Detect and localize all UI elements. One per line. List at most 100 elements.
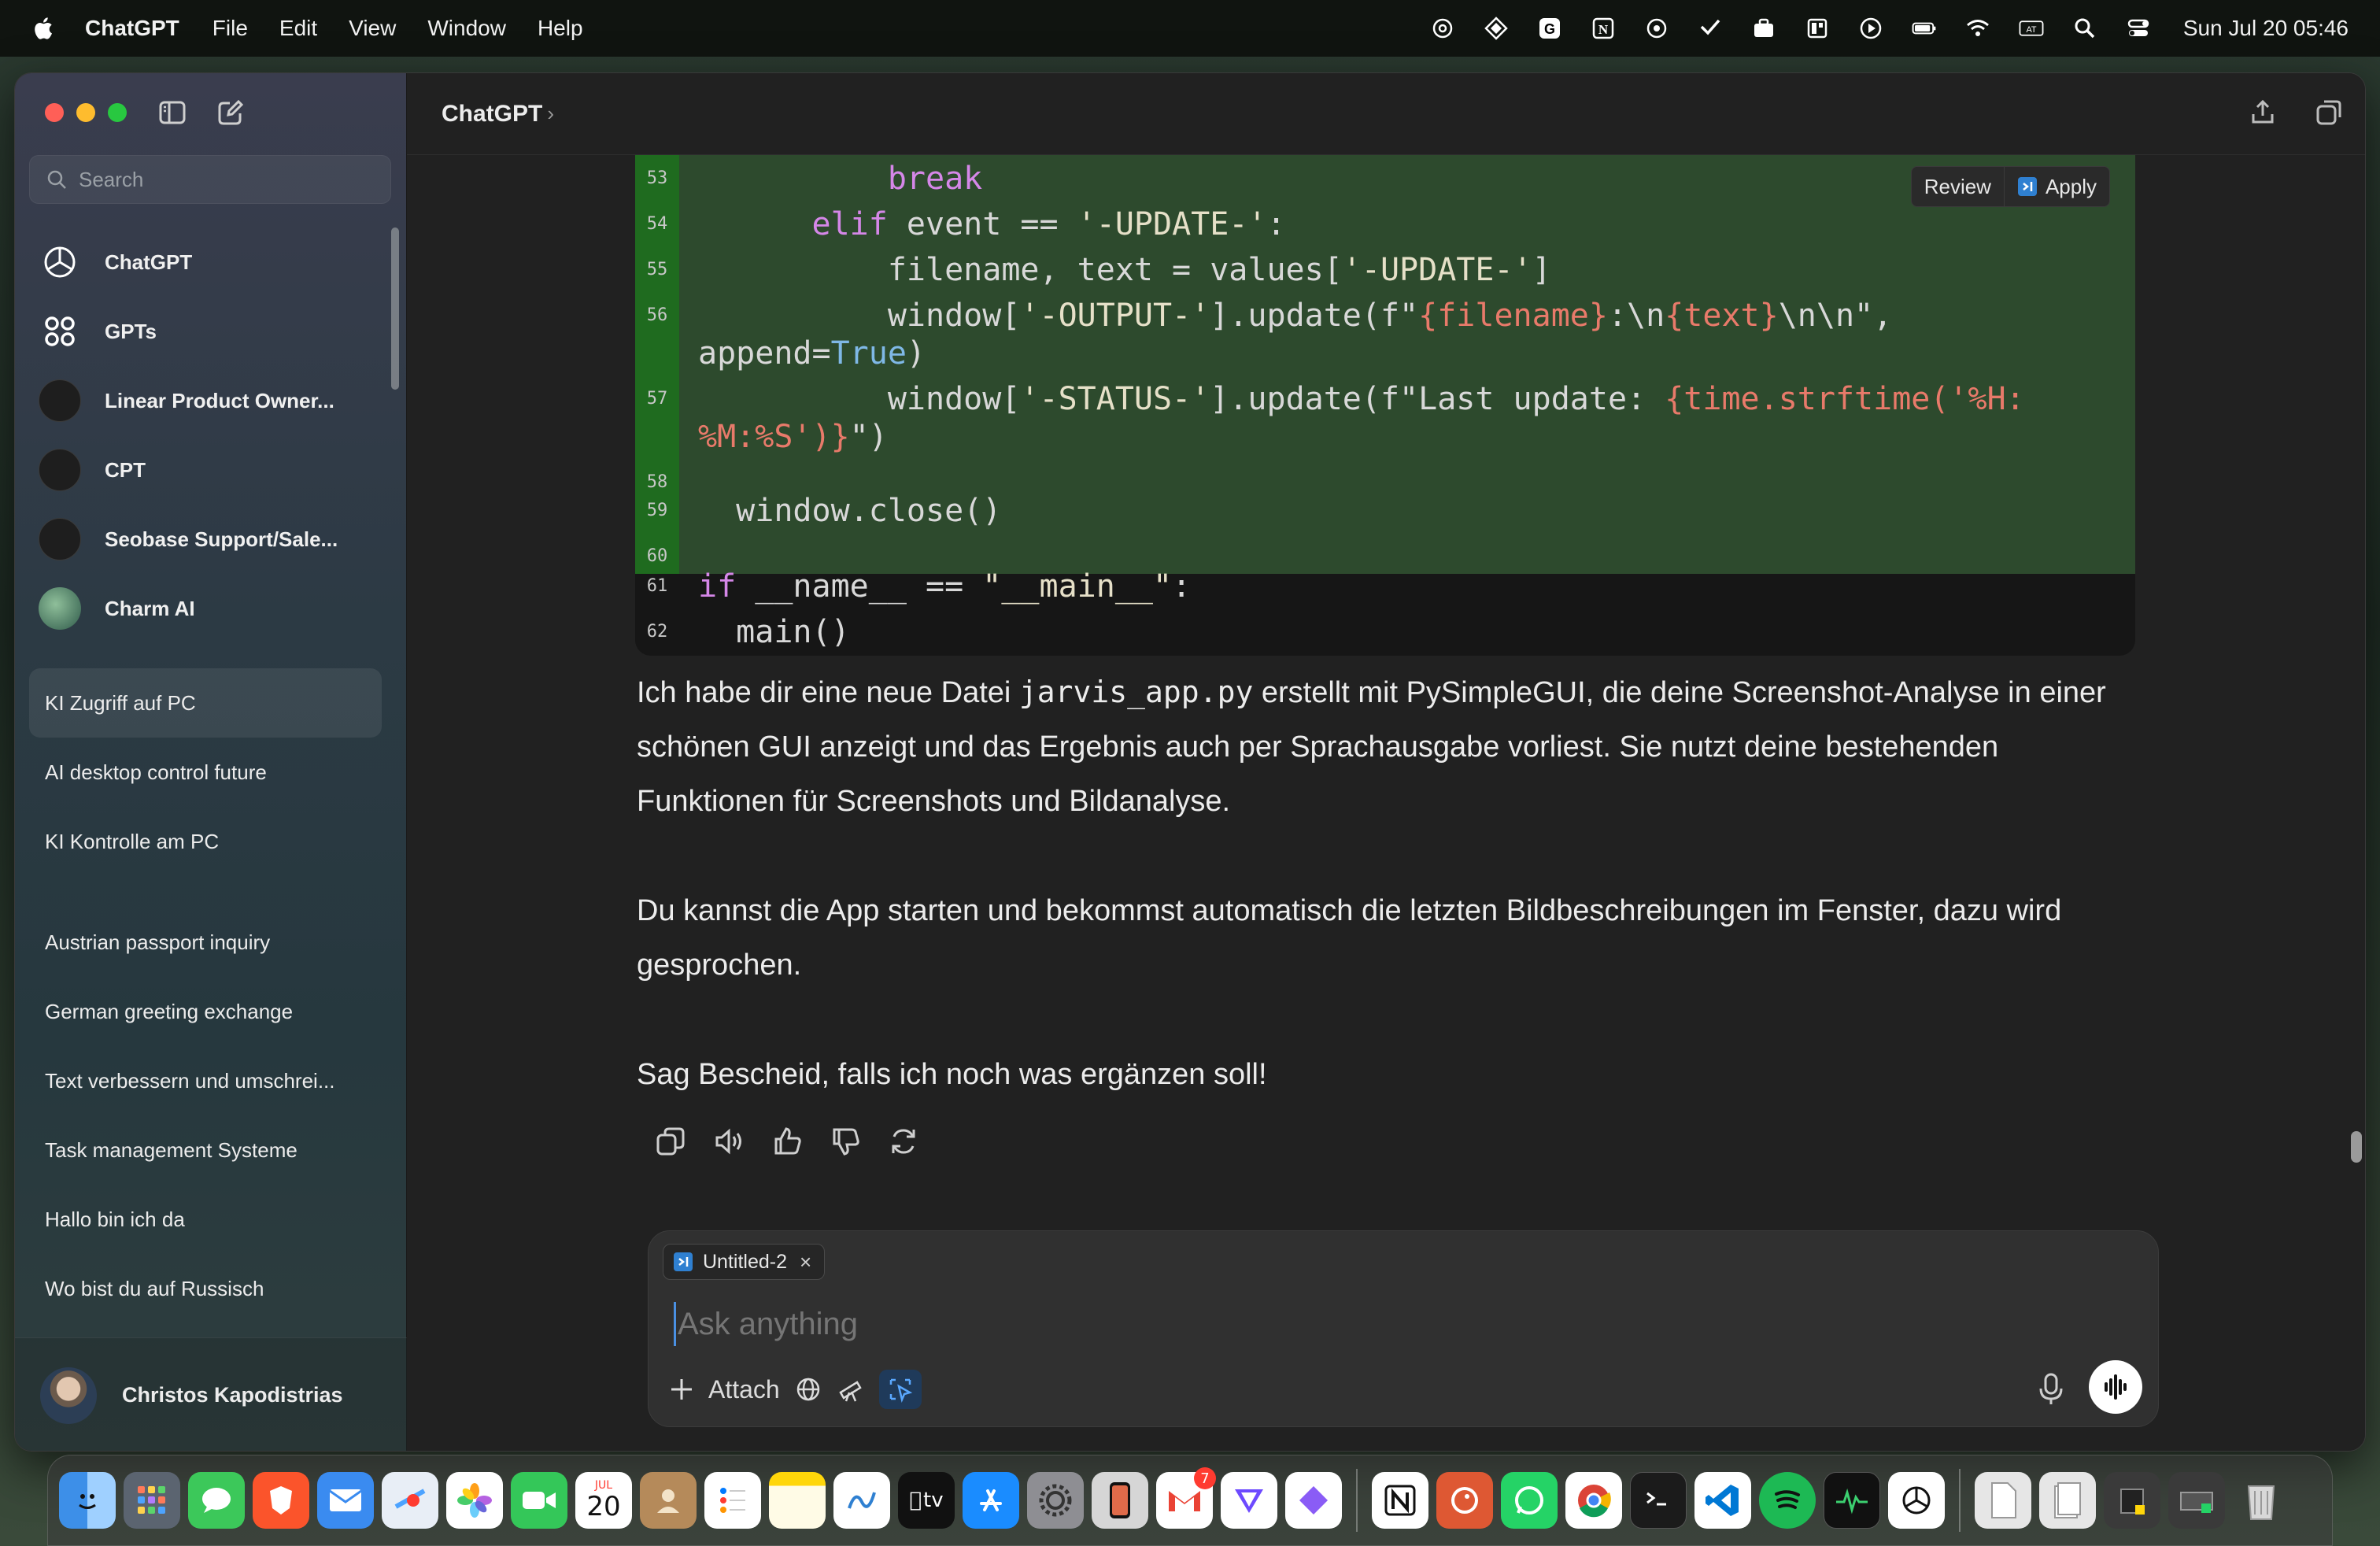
documents-stack-icon[interactable] [2039,1472,2096,1529]
close-window-button[interactable] [45,103,64,122]
sidebar-item-cpt[interactable]: CPT [15,435,407,505]
proton-vpn-icon[interactable] [1221,1472,1277,1529]
at-sign-status-icon[interactable] [1643,15,1670,42]
share-icon[interactable] [2247,97,2278,128]
menu-file[interactable]: File [213,16,248,41]
iphone-mirroring-icon[interactable] [1092,1472,1148,1529]
apple-menu-icon[interactable] [31,15,55,42]
web-search-button[interactable] [794,1370,822,1409]
thumbs-up-icon[interactable] [769,1123,805,1160]
screenshots-stack-icon[interactable] [2168,1472,2225,1529]
history-item[interactable]: AI desktop control future [29,738,382,807]
close-icon[interactable]: × [800,1250,811,1274]
check-shield-status-icon[interactable] [1697,15,1724,42]
sidebar-toggle-icon[interactable] [157,97,188,128]
grammarly-status-icon[interactable]: G [1536,15,1563,42]
duckduckgo-icon[interactable] [1436,1472,1493,1529]
sidebar-scrollbar[interactable] [391,227,399,390]
finder-icon[interactable] [59,1472,116,1529]
message-input[interactable] [674,1302,1854,1346]
chrome-icon[interactable] [1565,1472,1622,1529]
deep-research-button[interactable] [837,1370,865,1409]
terminal-icon[interactable] [1630,1472,1687,1529]
zoom-window-button[interactable] [108,103,127,122]
notes-icon[interactable] [769,1472,826,1529]
notion-status-icon[interactable]: N [1590,15,1617,42]
menu-window[interactable]: Window [427,16,506,41]
voice-mode-button[interactable] [2089,1360,2142,1414]
sidebar-item-seobase-support[interactable]: Seobase Support/Sale... [15,505,407,574]
messages-icon[interactable] [188,1472,245,1529]
menu-clock[interactable]: Sun Jul 20 05:46 [2183,16,2349,41]
menu-app-name[interactable]: ChatGPT [85,16,179,41]
maps-icon[interactable] [382,1472,438,1529]
sidebar-item-charm-ai[interactable]: Charm AI [15,574,407,643]
calendar-icon[interactable]: JUL 20 [575,1472,632,1529]
review-button[interactable]: Review [1912,167,2004,206]
downloads-stack-icon[interactable] [2104,1472,2160,1529]
copy-icon[interactable] [652,1123,689,1160]
window-layout-status-icon[interactable] [1804,15,1831,42]
menu-edit[interactable]: Edit [279,16,317,41]
spotify-icon[interactable] [1759,1472,1816,1529]
facetime-icon[interactable] [511,1472,567,1529]
spotlight-search-icon[interactable] [2071,15,2098,42]
history-item[interactable]: German greeting exchange [29,977,382,1046]
briefcase-status-icon[interactable] [1750,15,1777,42]
microphone-icon[interactable] [2035,1371,2067,1407]
brave-browser-icon[interactable] [253,1472,309,1529]
read-aloud-icon[interactable] [711,1123,747,1160]
chat-scrollbar[interactable] [2351,1131,2362,1163]
reminders-icon[interactable] [704,1472,761,1529]
gmail-icon[interactable]: 7 [1156,1467,1216,1529]
history-item[interactable]: KI Kontrolle am PC [29,807,382,876]
diamond-status-icon[interactable] [1483,15,1510,42]
notion-icon[interactable] [1372,1472,1428,1529]
sidebar-item-chatgpt[interactable]: ChatGPT [15,227,407,297]
history-item[interactable]: Austrian passport inquiry [29,908,382,977]
chatgpt-dock-icon[interactable] [1888,1472,1945,1529]
control-center-icon[interactable] [2125,15,2152,42]
history-item[interactable]: Text verbessern und umschrei... [29,1046,382,1115]
menu-help[interactable]: Help [538,16,583,41]
system-settings-icon[interactable] [1027,1472,1084,1529]
thumbs-down-icon[interactable] [827,1123,863,1160]
battery-icon[interactable] [1911,15,1938,42]
regenerate-icon[interactable] [885,1123,922,1160]
sidebar-item-linear-product-owner[interactable]: Linear Product Owner... [15,366,407,435]
history-item[interactable]: Task management Systeme [29,1115,382,1185]
trash-icon[interactable] [2233,1472,2289,1529]
activity-monitor-icon[interactable] [1824,1472,1880,1529]
attached-file-chip[interactable]: Untitled-2 × [663,1244,826,1280]
whatsapp-icon[interactable] [1501,1472,1558,1529]
sidebar-search[interactable]: Search [29,155,391,204]
minimize-window-button[interactable] [76,103,95,122]
launchpad-icon[interactable] [124,1472,180,1529]
history-item[interactable]: Hallo bin ich da [29,1185,382,1254]
attach-button[interactable]: Attach [667,1370,780,1409]
apply-button[interactable]: Apply [2003,167,2109,206]
photos-icon[interactable] [446,1472,503,1529]
wifi-icon[interactable] [1964,15,1991,42]
work-with-apps-button[interactable] [878,1370,922,1409]
model-selector[interactable]: ChatGPT [442,101,542,128]
app-store-icon[interactable] [963,1472,1019,1529]
history-item[interactable]: KI Zugriff auf PC [29,668,382,738]
mail-icon[interactable] [317,1472,374,1529]
chevron-right-icon[interactable]: › [547,102,554,126]
apple-tv-icon[interactable]: tv [898,1472,955,1529]
new-chat-icon[interactable] [215,97,246,128]
keyboard-layout-icon[interactable]: AT [2018,15,2045,42]
contacts-icon[interactable] [640,1472,697,1529]
freeform-icon[interactable] [833,1472,890,1529]
openai-status-icon[interactable] [1429,15,1456,42]
menu-view[interactable]: View [349,16,396,41]
vscode-dock-icon[interactable] [1694,1472,1751,1529]
play-status-icon[interactable] [1857,15,1884,42]
linear-app-icon[interactable] [1285,1472,1342,1529]
history-item[interactable]: Wo bist du auf Russisch [29,1254,382,1323]
recent-document-icon[interactable] [1975,1472,2031,1529]
sidebar-item-gpts[interactable]: GPTs [15,297,407,366]
user-account-button[interactable]: Christos Kapodistrias [15,1337,407,1451]
new-window-icon[interactable] [2313,97,2345,128]
